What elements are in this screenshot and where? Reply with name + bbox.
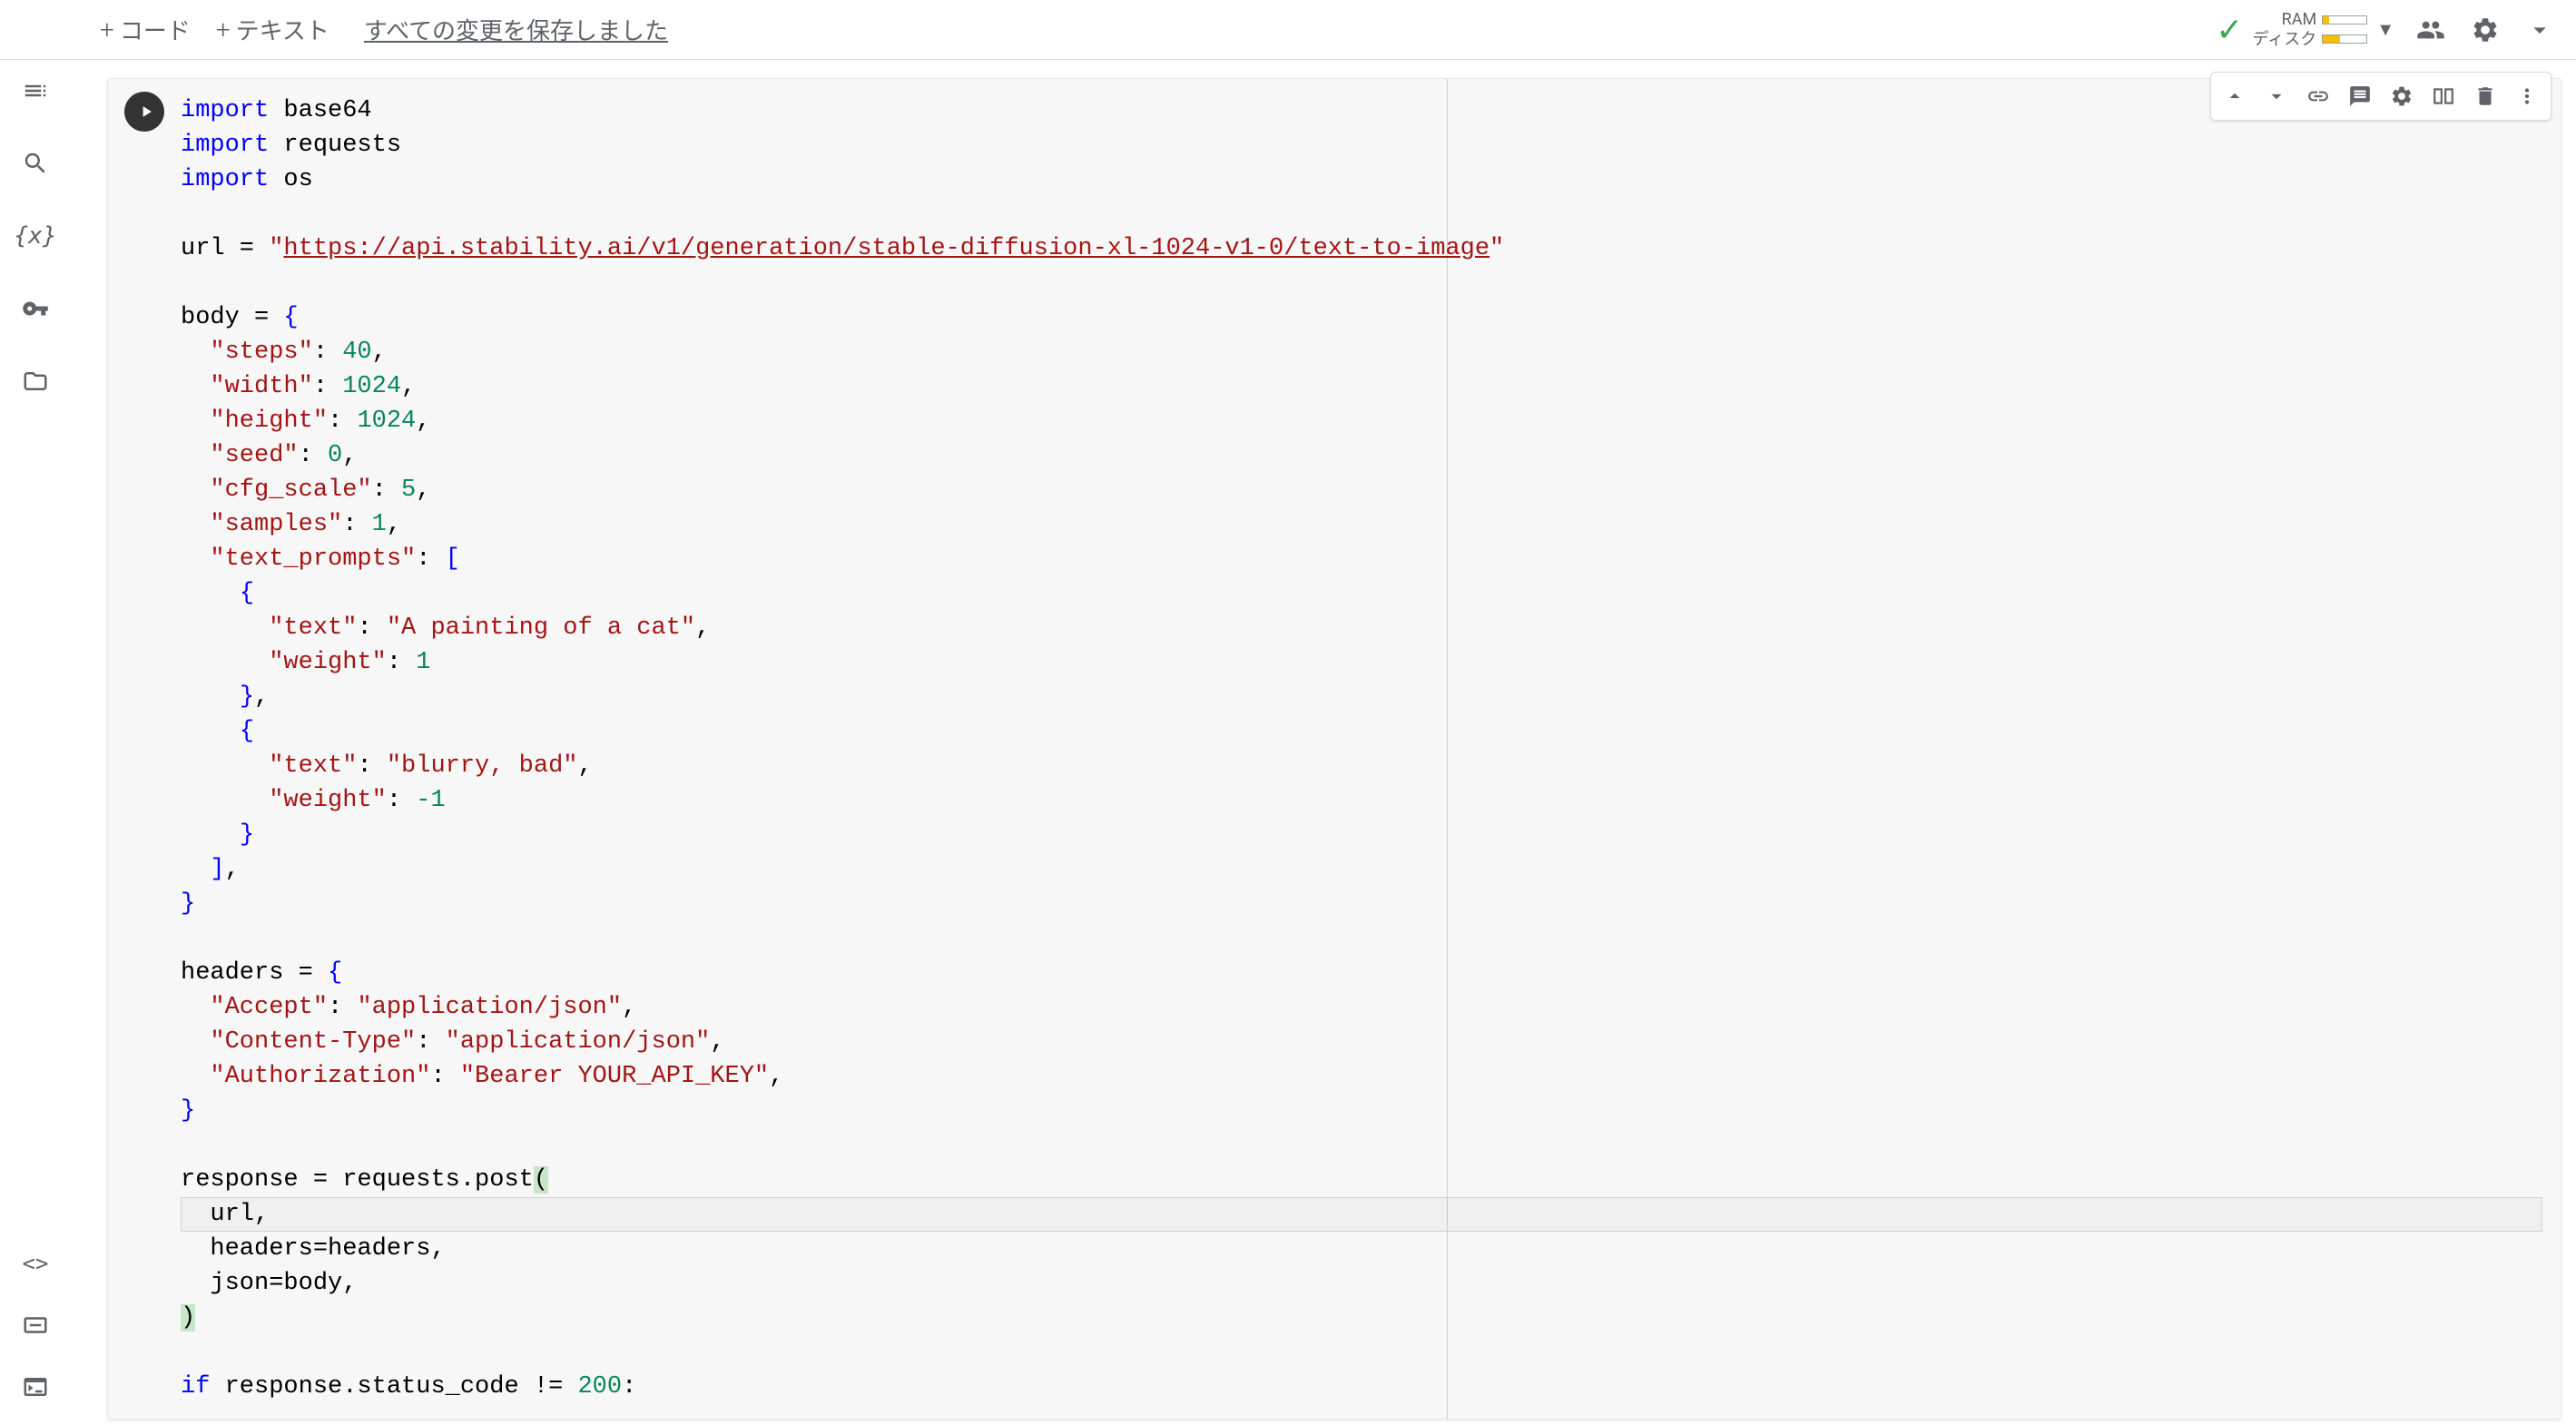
ram-disk-indicator: RAM ディスク	[2252, 10, 2367, 49]
code-line[interactable]	[181, 1335, 2542, 1370]
code-line[interactable]: import base64	[181, 93, 2542, 128]
topbar: + コード + テキスト すべての変更を保存しました ✓ RAM ディスク ▼	[0, 0, 2576, 60]
code-line[interactable]: url = "https://api.stability.ai/v1/gener…	[181, 231, 2542, 266]
connection-status[interactable]: ✓ RAM ディスク ▼	[2216, 10, 2394, 49]
code-line[interactable]: "samples": 1,	[181, 507, 2542, 542]
cell-editor[interactable]: import base64import requestsimport os url…	[181, 79, 2561, 1419]
code-line[interactable]: "height": 1024,	[181, 404, 2542, 438]
run-button[interactable]	[124, 92, 164, 132]
code-button-label: コード	[120, 13, 191, 46]
chevron-down-icon[interactable]: ▼	[2376, 18, 2394, 41]
code-cell[interactable]: import base64import requestsimport os url…	[107, 78, 2561, 1420]
code-line[interactable]: url,	[181, 1197, 2542, 1232]
code-line[interactable]: "cfg_scale": 5,	[181, 473, 2542, 507]
code-line[interactable]: headers = {	[181, 956, 2542, 990]
code-line[interactable]: },	[181, 680, 2542, 714]
plus-icon: +	[100, 17, 114, 43]
add-text-button[interactable]: + テキスト	[207, 7, 339, 52]
ram-label: RAM	[2282, 10, 2317, 30]
delete-button[interactable]	[2465, 76, 2505, 116]
command-palette-icon[interactable]	[15, 1305, 55, 1345]
code-line[interactable]: import os	[181, 162, 2542, 197]
mirror-button[interactable]	[2424, 76, 2463, 116]
code-line[interactable]: "Content-Type": "application/json",	[181, 1025, 2542, 1059]
cell-toolbar	[2210, 72, 2551, 121]
check-icon: ✓	[2216, 11, 2243, 49]
main-area: {x} <>	[0, 60, 2576, 1425]
terminal-icon[interactable]	[15, 1367, 55, 1407]
add-code-button[interactable]: + コード	[91, 7, 200, 52]
comment-button[interactable]	[2340, 76, 2380, 116]
code-line[interactable]: {	[181, 714, 2542, 749]
code-line[interactable]	[181, 921, 2542, 956]
plus-icon: +	[216, 17, 231, 43]
code-line[interactable]: "text": "A painting of a cat",	[181, 611, 2542, 645]
code-line[interactable]: ],	[181, 852, 2542, 887]
code-line[interactable]: "Accept": "application/json",	[181, 990, 2542, 1025]
topbar-left: + コード + テキスト すべての変更を保存しました	[91, 7, 668, 52]
more-icon[interactable]	[2507, 76, 2547, 116]
code-line[interactable]: )	[181, 1301, 2542, 1335]
link-button[interactable]	[2298, 76, 2338, 116]
save-status[interactable]: すべての変更を保存しました	[364, 13, 668, 46]
topbar-right: ✓ RAM ディスク ▼	[2216, 10, 2558, 49]
code-line[interactable]: "text": "blurry, bad",	[181, 749, 2542, 783]
code-line[interactable]: headers=headers,	[181, 1232, 2542, 1266]
variables-icon[interactable]: {x}	[15, 216, 55, 256]
code-snippets-icon[interactable]: <>	[15, 1243, 55, 1283]
code-line[interactable]	[181, 1128, 2542, 1163]
code-content[interactable]: import base64import requestsimport os url…	[181, 93, 2542, 1404]
code-line[interactable]: "Authorization": "Bearer YOUR_API_KEY",	[181, 1059, 2542, 1094]
code-line[interactable]: "text_prompts": [	[181, 542, 2542, 576]
code-line[interactable]: body = {	[181, 300, 2542, 335]
code-line[interactable]: "seed": 0,	[181, 438, 2542, 473]
key-icon[interactable]	[15, 289, 55, 329]
ram-usage-bar	[2322, 15, 2367, 25]
code-line[interactable]: response = requests.post(	[181, 1163, 2542, 1197]
code-line[interactable]: {	[181, 576, 2542, 611]
table-of-contents-icon[interactable]	[15, 71, 55, 111]
code-line[interactable]: "width": 1024,	[181, 369, 2542, 404]
left-sidebar: {x} <>	[0, 60, 71, 1425]
sidebar-bottom: <>	[15, 1243, 55, 1407]
code-line[interactable]: }	[181, 1094, 2542, 1128]
code-line[interactable]: import requests	[181, 128, 2542, 162]
code-line[interactable]: "weight": 1	[181, 645, 2542, 680]
code-line[interactable]	[181, 266, 2542, 300]
code-line[interactable]: }	[181, 887, 2542, 921]
share-icon[interactable]	[2413, 12, 2449, 48]
cell-gutter	[108, 79, 181, 1419]
gear-icon[interactable]	[2382, 76, 2422, 116]
code-line[interactable]: }	[181, 818, 2542, 852]
text-button-label: テキスト	[236, 13, 329, 46]
search-icon[interactable]	[15, 143, 55, 183]
move-down-button[interactable]	[2256, 76, 2296, 116]
code-line[interactable]: "weight": -1	[181, 783, 2542, 818]
content-area: import base64import requestsimport os url…	[71, 60, 2576, 1425]
code-line[interactable]	[181, 197, 2542, 231]
disk-label: ディスク	[2252, 30, 2316, 50]
code-line[interactable]: if response.status_code != 200:	[181, 1370, 2542, 1404]
code-line[interactable]: "steps": 40,	[181, 335, 2542, 369]
chevron-down-icon[interactable]	[2522, 12, 2558, 48]
code-line[interactable]: json=body,	[181, 1266, 2542, 1301]
folder-icon[interactable]	[15, 361, 55, 401]
gear-icon[interactable]	[2467, 12, 2503, 48]
disk-usage-bar	[2322, 34, 2367, 44]
move-up-button[interactable]	[2215, 76, 2255, 116]
